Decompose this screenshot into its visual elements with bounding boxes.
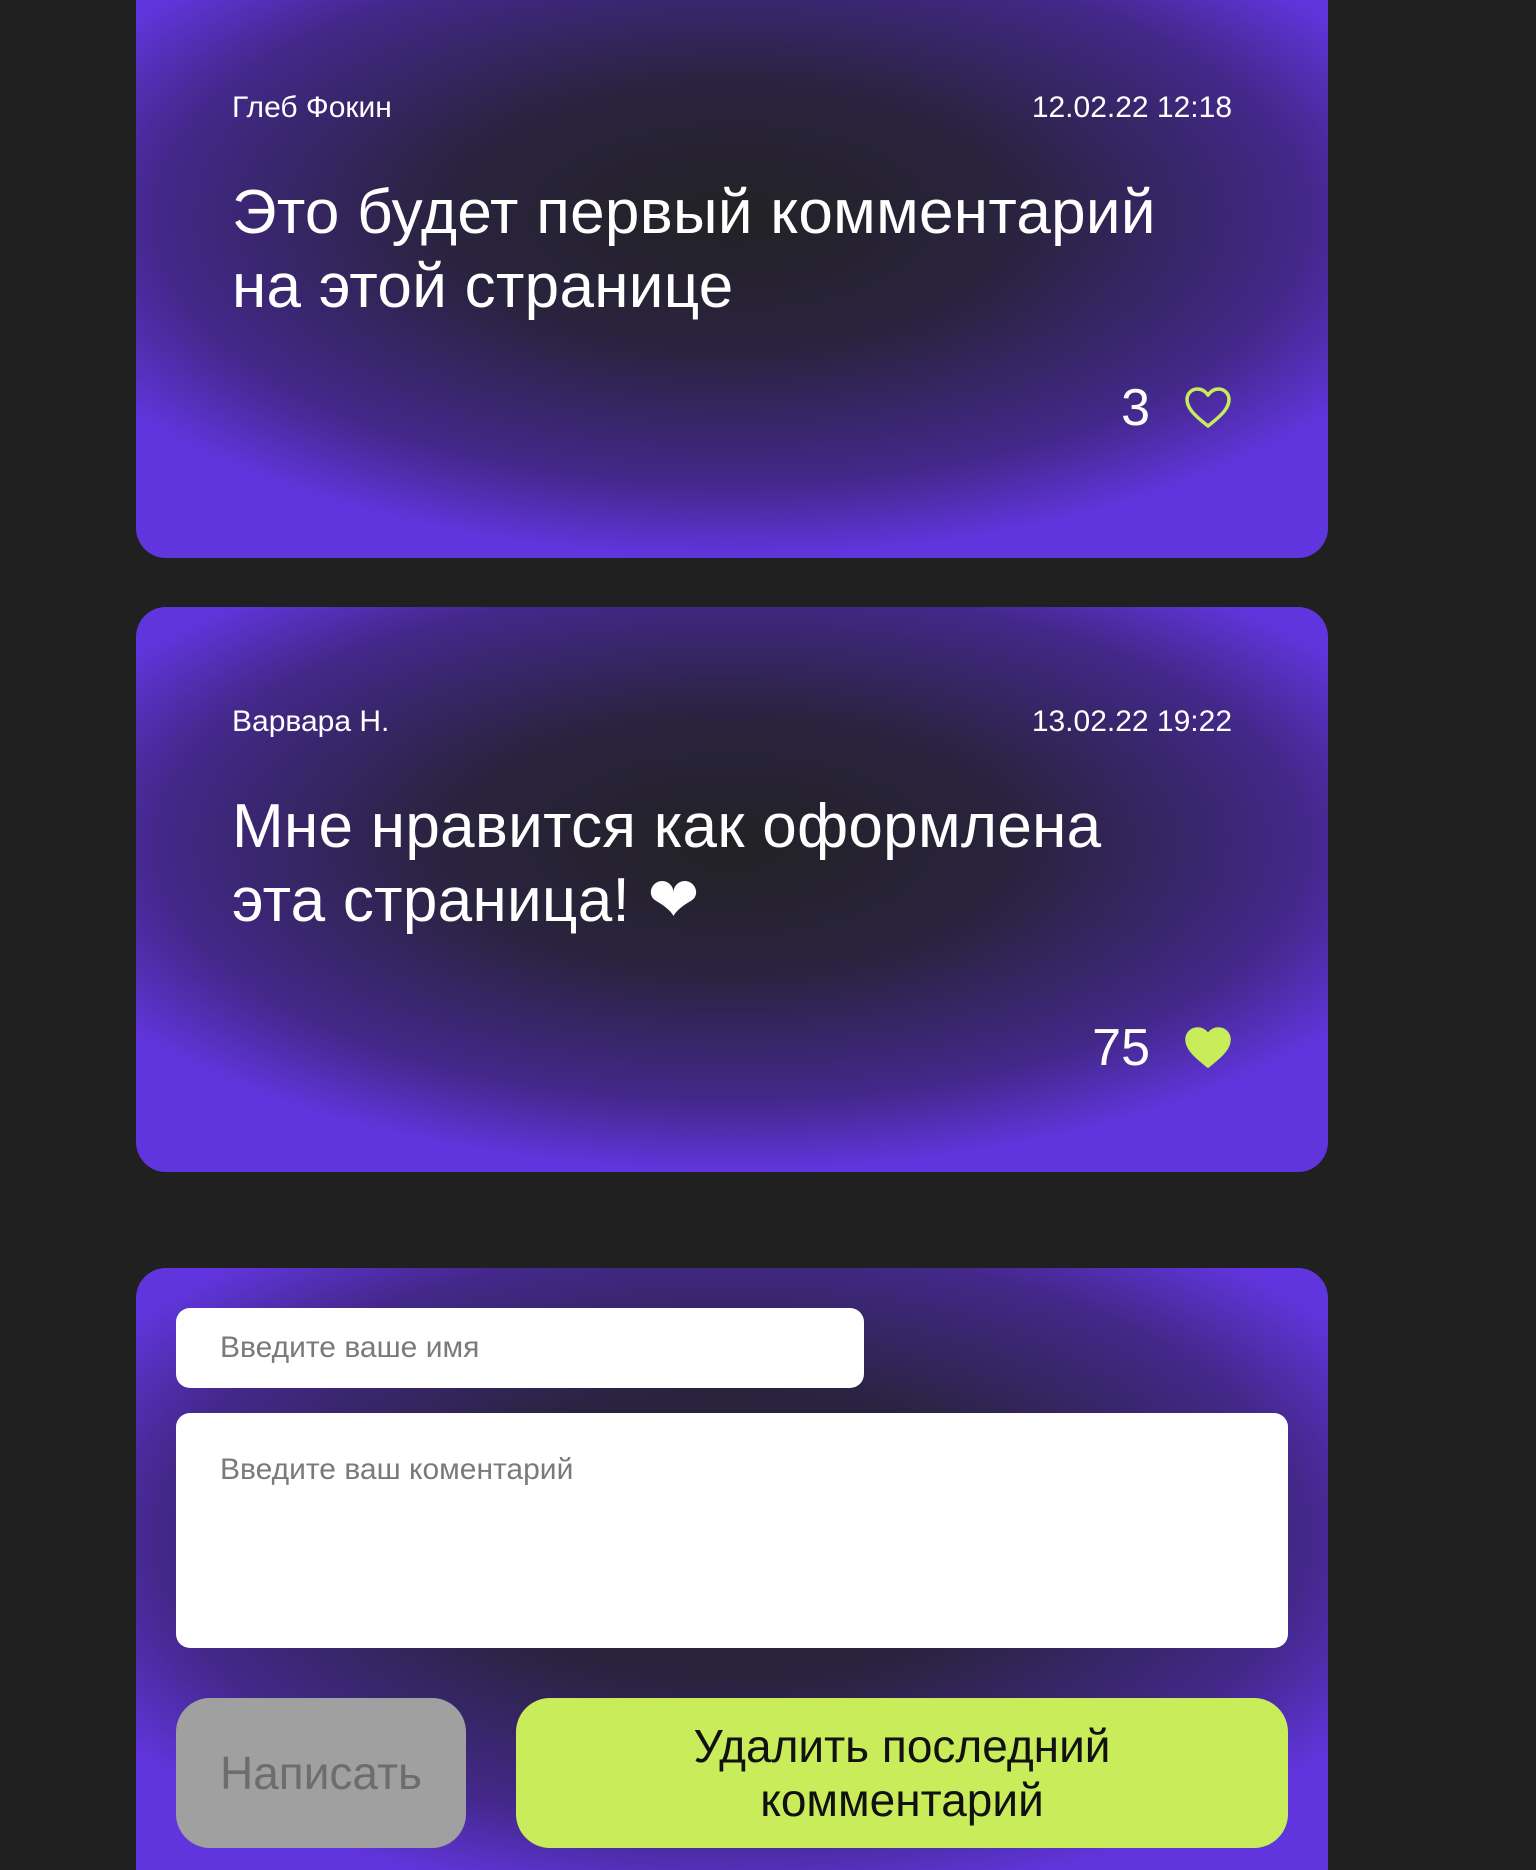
comment-textarea[interactable] — [176, 1413, 1288, 1648]
comment-header: Варвара Н. 13.02.22 19:22 — [232, 704, 1232, 740]
comment-date: 12.02.22 12:18 — [1031, 91, 1232, 124]
comment-card: Варвара Н. 13.02.22 19:22 Мне нравится к… — [136, 607, 1328, 1172]
comment-likes: 75 — [1092, 1018, 1232, 1078]
add-comment-form: Написать Удалить последний комментарий — [136, 1268, 1328, 1870]
comment-text: Мне нравится как оформлена эта страница!… — [232, 792, 1102, 935]
comment-text: Это будет первый комментарий на этой стр… — [232, 178, 1156, 321]
write-button[interactable]: Написать — [176, 1698, 466, 1848]
comment-author: Глеб Фокин — [232, 91, 392, 124]
comments-page: Глеб Фокин 12.02.22 12:18 Это будет перв… — [0, 0, 1536, 1870]
comment-header: Глеб Фокин 12.02.22 12:18 — [232, 90, 1232, 126]
comment-author: Варвара Н. — [232, 705, 390, 738]
comment-card: Глеб Фокин 12.02.22 12:18 Это будет перв… — [136, 0, 1328, 558]
delete-last-comment-button[interactable]: Удалить последний комментарий — [516, 1698, 1288, 1848]
likes-counter: 3 — [1121, 379, 1150, 437]
like-heart-filled-icon[interactable] — [1184, 1026, 1232, 1070]
comment-likes: 3 — [1121, 378, 1232, 438]
likes-counter: 75 — [1092, 1019, 1150, 1077]
comment-date: 13.02.22 19:22 — [1031, 705, 1232, 738]
like-heart-outline-icon[interactable] — [1184, 386, 1232, 430]
name-input[interactable] — [176, 1308, 864, 1388]
